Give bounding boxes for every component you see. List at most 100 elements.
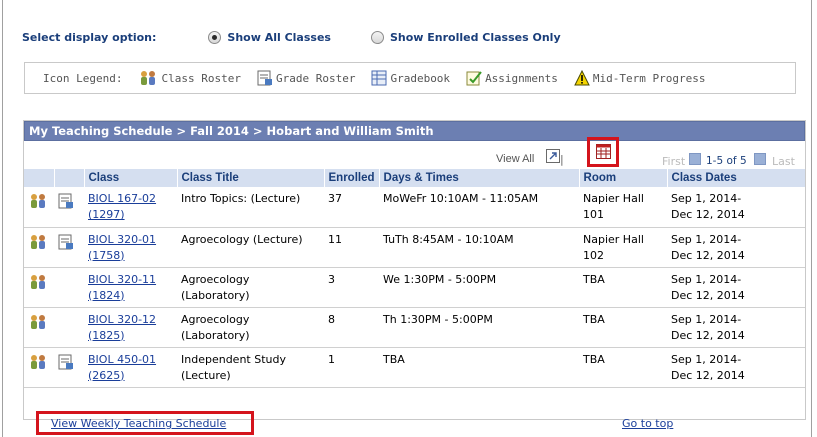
days-times-cell: We 1:30PM - 5:00PM: [379, 267, 580, 308]
class-number-link[interactable]: (1758): [88, 249, 125, 262]
days-times-cell: MoWeFr 10:10AM - 11:05AM: [379, 187, 580, 228]
class-roster-icon[interactable]: [28, 274, 48, 293]
class-link[interactable]: BIOL 320-12: [88, 313, 156, 326]
room-cell: TBA: [579, 307, 668, 348]
view-all-link[interactable]: View All: [496, 153, 534, 165]
class-roster-cell: [24, 227, 54, 268]
class-start-date: Sep 1, 2014-: [671, 272, 742, 286]
class-cell: BIOL 320-12 (1825): [84, 307, 177, 348]
icon-legend: Icon Legend: Class Roster Grade Roster G…: [24, 62, 796, 94]
col-icons-1: [24, 169, 54, 187]
next-page-button[interactable]: [754, 153, 766, 165]
class-title-component: (Laboratory): [181, 328, 250, 342]
class-start-date: Sep 1, 2014-: [671, 192, 742, 205]
mid-term-progress-icon: [574, 70, 590, 86]
table-header-row: Class Class Title Enrolled Days & Times …: [24, 169, 805, 187]
enrolled-cell: 37: [324, 187, 380, 228]
class-roster-icon[interactable]: [28, 314, 48, 333]
class-end-date: Dec 12, 2014: [671, 208, 745, 221]
class-dates-cell: Sep 1, 2014- Dec 12, 2014: [667, 307, 805, 348]
room-cell: TBA: [579, 267, 668, 308]
class-dates-cell: Sep 1, 2014- Dec 12, 2014: [667, 347, 805, 388]
class-title: Independent Study: [181, 352, 286, 366]
class-number-link[interactable]: (1297): [88, 208, 125, 221]
grade-roster-icon: [257, 70, 272, 86]
days-times-cell: TBA: [379, 347, 580, 388]
room-building: TBA: [583, 272, 605, 286]
class-number-link[interactable]: (2625): [88, 369, 125, 382]
class-title: Agroecology (Lecture): [181, 232, 303, 246]
class-number-link[interactable]: (1824): [88, 289, 125, 302]
class-title-cell: Agroecology (Lecture): [177, 227, 324, 268]
room-cell: Napier Hall 101: [579, 187, 668, 228]
radio-unselected-indicator[interactable]: [370, 30, 384, 44]
class-start-date: Sep 1, 2014-: [671, 352, 742, 366]
previous-page-button[interactable]: [689, 153, 701, 165]
class-link[interactable]: BIOL 167-02: [88, 192, 156, 205]
weekly-schedule-highlight-box: View Weekly Teaching Schedule: [36, 411, 254, 435]
enrolled-cell: 8: [324, 307, 380, 348]
teaching-schedule-table: Class Class Title Enrolled Days & Times …: [24, 169, 805, 388]
days-times-cell: TuTh 8:45AM - 10:10AM: [379, 227, 580, 268]
class-title: Agroecology: [181, 312, 250, 326]
show-all-classes-label[interactable]: Show All Classes: [227, 31, 331, 44]
show-all-classes-radio[interactable]: Show All Classes: [208, 30, 331, 44]
class-link[interactable]: BIOL 450-01: [88, 353, 156, 366]
class-title-cell: Independent Study (Lecture): [177, 347, 324, 388]
class-end-date: Dec 12, 2014: [671, 328, 745, 342]
class-cell: BIOL 320-11 (1824): [84, 267, 177, 308]
zoom-icon[interactable]: [546, 149, 560, 166]
go-to-top-container: Go to top: [622, 417, 673, 430]
class-start-date: Sep 1, 2014-: [671, 312, 742, 326]
class-title: Intro Topics: (Lecture): [181, 192, 301, 205]
class-end-date: Dec 12, 2014: [671, 248, 745, 262]
grade-roster-icon[interactable]: [58, 234, 74, 253]
class-cell: BIOL 167-02 (1297): [84, 187, 177, 228]
table-row: BIOL 320-01 (1758) Agroecology (Lecture) 11…: [24, 227, 805, 268]
class-dates-cell: Sep 1, 2014- Dec 12, 2014: [667, 187, 805, 228]
col-icons-2: [53, 169, 84, 187]
col-class-dates: Class Dates: [666, 169, 805, 187]
gradebook-icon: [371, 70, 387, 86]
class-title-cell: Agroecology (Laboratory): [177, 267, 324, 308]
enrolled-cell: 3: [324, 267, 380, 308]
class-roster-icon[interactable]: [28, 354, 48, 373]
download-spreadsheet-icon[interactable]: [596, 144, 611, 162]
class-roster-icon: [141, 71, 156, 85]
first-page-link[interactable]: First: [662, 155, 685, 168]
class-number-link[interactable]: (1825): [88, 329, 125, 342]
show-enrolled-classes-radio[interactable]: Show Enrolled Classes Only: [370, 30, 561, 44]
room-number: 101: [583, 208, 605, 221]
class-cell: BIOL 320-01 (1758): [84, 227, 177, 268]
grade-roster-icon[interactable]: [58, 193, 74, 212]
legend-label-class-roster: Class Roster: [161, 71, 241, 85]
table-row: BIOL 320-11 (1824) Agroecology (Laboratory)…: [24, 267, 805, 308]
class-link[interactable]: BIOL 320-11: [88, 273, 156, 286]
teaching-schedule-header: My Teaching Schedule > Fall 2014 > Hobar…: [24, 121, 805, 141]
display-option-row: Select display option: Show All Classes …: [22, 28, 561, 46]
room-cell: Napier Hall 102: [579, 227, 668, 268]
class-link[interactable]: BIOL 320-01: [88, 233, 156, 246]
legend-item-gradebook: Gradebook: [371, 70, 450, 86]
grid-navigation: View All | First 1-5 of 5 Last: [24, 137, 805, 168]
class-roster-icon[interactable]: [28, 234, 48, 253]
show-enrolled-classes-label[interactable]: Show Enrolled Classes Only: [390, 31, 561, 44]
go-to-top-link[interactable]: Go to top: [622, 417, 673, 430]
table-row: BIOL 167-02 (1297) Intro Topics: (Lecture)…: [24, 187, 805, 228]
nav-separator: |: [560, 153, 564, 166]
class-roster-icon[interactable]: [28, 194, 48, 212]
class-title: Agroecology: [181, 272, 250, 286]
view-weekly-teaching-schedule-link[interactable]: View Weekly Teaching Schedule: [51, 417, 226, 430]
legend-item-assignments: Assignments: [466, 70, 558, 86]
days-times-cell: Th 1:30PM - 5:00PM: [379, 307, 580, 348]
class-dates-cell: Sep 1, 2014- Dec 12, 2014: [667, 267, 805, 308]
legend-label-mid-term-progress: Mid-Term Progress: [592, 71, 706, 85]
radio-selected-indicator[interactable]: [208, 30, 222, 44]
class-roster-cell: [24, 347, 54, 388]
legend-item-class-roster: Class Roster: [138, 70, 241, 86]
last-page-link[interactable]: Last: [772, 155, 795, 168]
grade-roster-cell: [54, 227, 84, 268]
class-end-date: Dec 12, 2014: [671, 368, 745, 382]
grade-roster-icon[interactable]: [58, 354, 74, 373]
col-class-title: Class Title: [176, 169, 324, 187]
